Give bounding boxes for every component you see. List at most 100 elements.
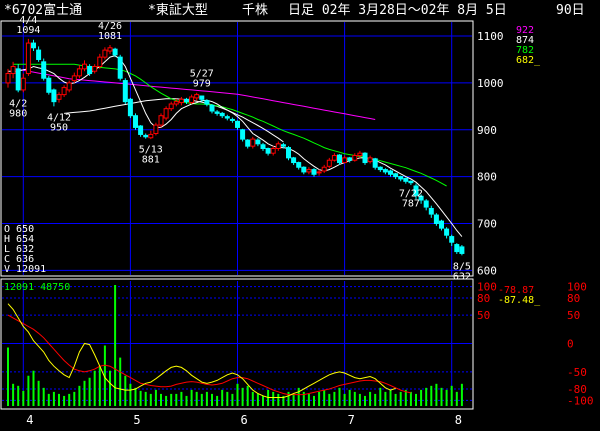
candle-body <box>362 152 368 164</box>
volume-bar <box>63 395 66 406</box>
candlesticks <box>5 38 465 256</box>
candle-body <box>10 66 16 75</box>
candle-body <box>286 147 291 159</box>
candle-body <box>321 166 327 172</box>
volume-bar <box>205 391 208 406</box>
volume-bar <box>98 365 101 406</box>
candle-body <box>260 144 266 149</box>
volume-bar <box>430 385 433 406</box>
volume-bar <box>134 387 137 406</box>
candle-body <box>143 134 149 138</box>
ma-very-long-line <box>64 98 284 143</box>
candle-body <box>235 120 240 128</box>
price-tick-label: 700 <box>477 217 497 230</box>
candle-body <box>112 48 118 56</box>
candle-body <box>408 180 414 184</box>
header-period: 日足 02年 3月28日～02年 8月 5日 <box>288 3 507 18</box>
volume-bar <box>165 395 168 406</box>
volume-bar <box>241 387 244 406</box>
candle-body <box>342 157 348 164</box>
volume-bar <box>364 395 366 406</box>
candle-body <box>82 63 87 70</box>
candle-body <box>194 94 200 99</box>
candle-body <box>265 148 271 154</box>
volume-bar <box>460 383 463 406</box>
candle-body <box>122 80 128 103</box>
candle-body <box>153 124 159 135</box>
candle-body <box>275 143 281 150</box>
candle-body <box>229 118 235 121</box>
candle-body <box>127 98 133 117</box>
candle-body <box>337 154 342 164</box>
volume-bar <box>369 391 372 406</box>
price-tick-label: 600 <box>477 264 497 277</box>
volume-bar <box>374 393 377 406</box>
candle-body <box>41 61 47 79</box>
volume-bar <box>47 393 50 406</box>
volume-bar <box>124 375 127 406</box>
volume-bar <box>129 383 132 406</box>
volume-bar <box>154 389 157 406</box>
candle-body <box>199 95 205 100</box>
volume-bar <box>333 391 336 406</box>
volume-bar <box>160 393 162 406</box>
candle-body <box>255 139 261 145</box>
volume-bar <box>58 393 60 406</box>
candle-body <box>306 169 312 173</box>
stock-chart: 4/41094 4/2610815/279794/2980 4/129505/138… <box>0 2 594 427</box>
candle-body <box>31 42 36 49</box>
volume-bar <box>144 391 147 406</box>
candle-body <box>280 144 286 147</box>
oscillator-lines <box>7 303 412 398</box>
ma-legend-682: 682_ <box>516 55 541 66</box>
volume-bar <box>236 383 239 406</box>
volume-bar <box>211 393 213 406</box>
candle-body <box>184 98 189 103</box>
volume-bar <box>226 391 229 406</box>
candle-body <box>388 170 393 175</box>
annotation-value: 632 <box>453 271 471 282</box>
candle-body <box>291 157 297 164</box>
candle-body <box>224 116 230 119</box>
volume-bar <box>180 391 183 406</box>
candle-body <box>439 220 444 229</box>
candle-body <box>87 66 93 75</box>
candle-body <box>51 89 57 103</box>
header-days: 90日 <box>556 3 585 18</box>
candle-body <box>240 129 246 140</box>
candle-body <box>138 125 144 135</box>
price-tick-label: 900 <box>477 124 497 137</box>
candle-body <box>214 111 220 114</box>
volume-bar <box>42 387 45 406</box>
candle-body <box>393 173 399 178</box>
volume-bar <box>256 393 259 406</box>
osc-tick-label-left: 50 <box>477 309 490 322</box>
volume-bar <box>17 385 20 406</box>
volume-readout: 12091 48750 <box>4 282 70 293</box>
volume-bar <box>139 390 142 406</box>
volume-bar <box>394 393 397 406</box>
candle-body <box>66 82 72 91</box>
volume-bar <box>185 395 188 406</box>
volume-bar <box>307 393 310 406</box>
candle-body <box>173 101 179 105</box>
candle-body <box>377 166 383 171</box>
volume-bar <box>292 393 295 406</box>
candle-body <box>148 133 154 139</box>
candle-body <box>311 169 317 175</box>
price-tick-label: 1100 <box>477 30 504 43</box>
annotation-value: 979 <box>193 79 211 90</box>
volume-bar <box>323 389 326 406</box>
candle-body <box>372 158 378 168</box>
ohlcv-volume: V 12091 <box>4 264 46 275</box>
candle-body <box>76 68 82 77</box>
volume-bar <box>348 389 351 406</box>
volume-bar <box>231 393 234 406</box>
candle-body <box>46 77 52 93</box>
volume-bar <box>170 393 173 406</box>
volume-bar <box>216 395 219 406</box>
volume-bar <box>32 370 35 406</box>
candle-body <box>423 200 429 208</box>
volume-bar <box>190 389 193 406</box>
candle-body <box>444 228 450 236</box>
